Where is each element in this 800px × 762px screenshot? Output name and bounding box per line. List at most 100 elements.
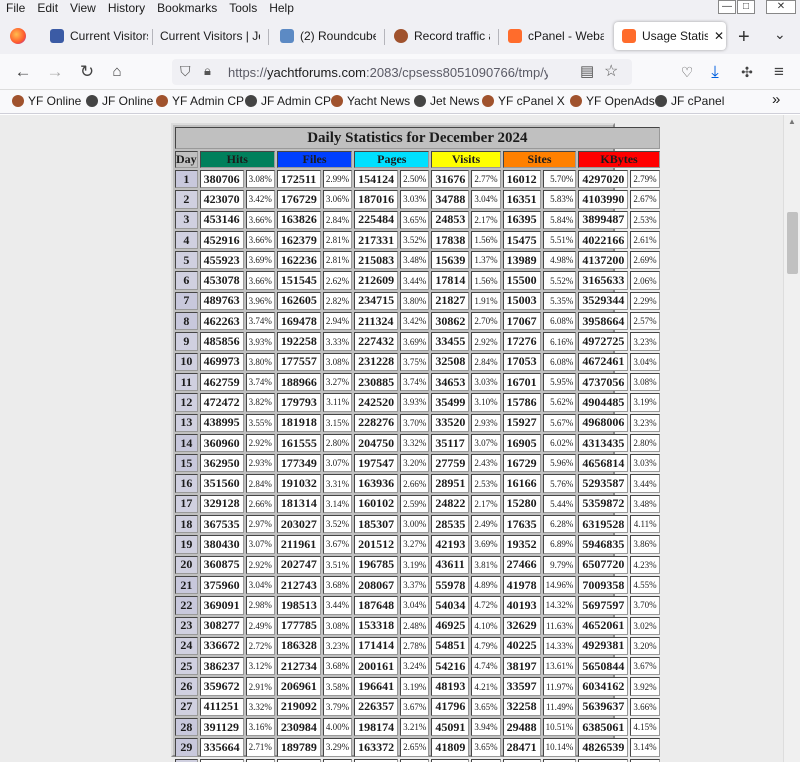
extensions-icon[interactable]: ✣ bbox=[736, 61, 758, 83]
cell-sites-pct: 11.63% bbox=[542, 616, 577, 635]
cell-sites-pct: 5.95% bbox=[542, 372, 577, 392]
pocket-icon[interactable]: ♡ bbox=[676, 61, 698, 83]
menu-tools[interactable]: Tools bbox=[229, 1, 257, 15]
bookmark-yf-online[interactable]: YF Online bbox=[12, 94, 81, 108]
reader-view-icon[interactable]: ▤ bbox=[580, 62, 594, 80]
table-row: 22 369091 2.98% 198513 3.44% 187648 3.04% 54034… bbox=[175, 596, 660, 615]
cell-sites: 17276 bbox=[502, 332, 541, 351]
bookmark-jf-online[interactable]: JF Online bbox=[86, 94, 153, 108]
bookmark-jf-admin-cp[interactable]: JF Admin CP bbox=[245, 94, 331, 108]
cell-pages: 163936 bbox=[354, 474, 399, 493]
bookmark-jf-cpanel[interactable]: JF cPanel bbox=[655, 94, 724, 108]
new-tab-button[interactable]: + bbox=[738, 26, 750, 49]
cell-sites: 15475 bbox=[502, 230, 541, 250]
cell-sites-pct: 6.16% bbox=[542, 332, 577, 351]
url-text[interactable]: https://yachtforums.com:2083/cpsess80510… bbox=[228, 65, 548, 80]
cell-day: 30 bbox=[175, 758, 198, 762]
cell-files-pct: 4.00% bbox=[322, 718, 353, 737]
cell-hits-pct: 2.91% bbox=[245, 677, 275, 696]
table-title: Daily Statistics for December 2024 bbox=[175, 127, 660, 149]
cell-visits-pct: 2.93% bbox=[471, 413, 501, 432]
cell-pages-pct: 3.32% bbox=[400, 433, 430, 453]
cell-kbytes: 4737056 bbox=[578, 372, 629, 392]
cell-day: 27 bbox=[175, 697, 198, 717]
cell-sites-pct: 6.08% bbox=[542, 352, 577, 371]
cell-kbytes-pct: 3.23% bbox=[630, 413, 660, 432]
scrollbar-thumb[interactable] bbox=[787, 212, 798, 274]
minimize-button[interactable]: — bbox=[718, 0, 736, 14]
bookmark-yf-openads[interactable]: YF OpenAds bbox=[570, 94, 655, 108]
firefox-icon[interactable] bbox=[10, 28, 26, 44]
tab-cpanel-webalizer[interactable]: cPanel - Webaliz bbox=[508, 22, 604, 50]
menu-edit[interactable]: Edit bbox=[37, 1, 58, 15]
app-menu-icon[interactable]: ≡ bbox=[768, 61, 790, 83]
close-window-button[interactable]: ✕ bbox=[766, 0, 796, 14]
menu-file[interactable]: File bbox=[6, 1, 25, 15]
table-row: 3 453146 3.66% 163826 2.84% 225484 3.65% 24853 2… bbox=[175, 210, 660, 229]
cell-files: 177557 bbox=[276, 352, 321, 371]
cell-hits: 391129 bbox=[199, 718, 244, 737]
maximize-button[interactable]: □ bbox=[737, 0, 755, 14]
bookmark-star-icon[interactable]: ☆ bbox=[604, 61, 618, 81]
close-tab-icon[interactable]: ✕ bbox=[714, 29, 724, 43]
header-day: Day bbox=[175, 151, 198, 168]
table-row: 21 375960 3.04% 212743 3.68% 208067 3.37% 55978… bbox=[175, 575, 660, 595]
vertical-scrollbar[interactable]: ▲ bbox=[783, 115, 800, 762]
cell-files: 212734 bbox=[276, 657, 321, 676]
cell-hits: 335664 bbox=[199, 738, 244, 757]
cell-kbytes-pct: 4.15% bbox=[630, 718, 660, 737]
cell-files: 162379 bbox=[276, 230, 321, 250]
tab-usage-statistics[interactable]: Usage Statistic ✕ bbox=[614, 22, 726, 50]
tab-record-traffic[interactable]: Record traffic at bbox=[394, 22, 490, 50]
menu-bookmarks[interactable]: Bookmarks bbox=[157, 1, 217, 15]
cell-hits: 380430 bbox=[199, 535, 244, 554]
menu-help[interactable]: Help bbox=[269, 1, 294, 15]
cell-sites: 16729 bbox=[502, 454, 541, 473]
cell-kbytes: 4672461 bbox=[578, 352, 629, 371]
cell-files: 151545 bbox=[276, 271, 321, 290]
cell-hits-pct: 3.12% bbox=[245, 657, 275, 676]
tab-roundcube[interactable]: (2) Roundcube W bbox=[280, 22, 376, 50]
cell-files: 176729 bbox=[276, 190, 321, 209]
url-bar[interactable]: ⛉ 🔒︎ https://yachtforums.com:2083/cpsess… bbox=[172, 59, 632, 85]
bookmark-yf-cpanel-x[interactable]: YF cPanel X bbox=[482, 94, 565, 108]
bookmark-yf-admin-cp[interactable]: YF Admin CP bbox=[156, 94, 244, 108]
cell-pages-pct: 2.59% bbox=[400, 494, 430, 514]
back-icon[interactable]: ← bbox=[12, 61, 34, 83]
cell-day: 3 bbox=[175, 210, 198, 229]
lock-icon[interactable]: 🔒︎ bbox=[204, 63, 211, 79]
cell-hits: 489763 bbox=[199, 291, 244, 311]
forward-icon[interactable]: → bbox=[44, 61, 66, 83]
tab-current-visitors-jf[interactable]: Current Visitors | JetF bbox=[160, 22, 260, 50]
cell-day: 4 bbox=[175, 230, 198, 250]
cell-sites: 40193 bbox=[502, 596, 541, 615]
page-content: Daily Statistics for December 2024 Day H… bbox=[0, 115, 783, 762]
cell-kbytes-pct: 2.29% bbox=[630, 291, 660, 311]
scroll-up-icon[interactable]: ▲ bbox=[788, 117, 796, 126]
download-icon[interactable]: ⤓ bbox=[704, 61, 726, 83]
tracking-shield-icon[interactable]: ⛉ bbox=[180, 63, 191, 80]
cell-visits-pct: 3.69% bbox=[471, 535, 501, 554]
bookmark-yacht-news[interactable]: Yacht News bbox=[331, 94, 410, 108]
cell-sites: 16905 bbox=[502, 433, 541, 453]
menu-view[interactable]: View bbox=[70, 1, 96, 15]
menu-history[interactable]: History bbox=[108, 1, 145, 15]
cell-files: 181314 bbox=[276, 494, 321, 514]
cell-hits: 362950 bbox=[199, 454, 244, 473]
cell-pages: 172091 bbox=[354, 758, 399, 762]
reload-icon[interactable]: ↻ bbox=[76, 61, 98, 83]
cell-hits-pct: 3.16% bbox=[245, 718, 275, 737]
cell-day: 28 bbox=[175, 718, 198, 737]
list-tabs-icon[interactable]: ⌄ bbox=[774, 26, 786, 43]
more-bookmarks-icon[interactable]: » bbox=[772, 91, 780, 108]
cell-sites-pct: 4.98% bbox=[542, 251, 577, 270]
cell-pages: 234715 bbox=[354, 291, 399, 311]
header-sites: Sites bbox=[502, 151, 577, 168]
cell-hits-pct: 2.93% bbox=[245, 454, 275, 473]
tab-current-visitors-yf[interactable]: Current Visitors | bbox=[50, 22, 148, 50]
home-icon[interactable]: ⌂ bbox=[106, 61, 128, 83]
table-row: 13 438995 3.55% 181918 3.15% 228276 3.70% 33520… bbox=[175, 413, 660, 432]
bookmark-jet-news[interactable]: Jet News bbox=[414, 94, 479, 108]
cell-files: 230984 bbox=[276, 718, 321, 737]
cell-day: 17 bbox=[175, 494, 198, 514]
